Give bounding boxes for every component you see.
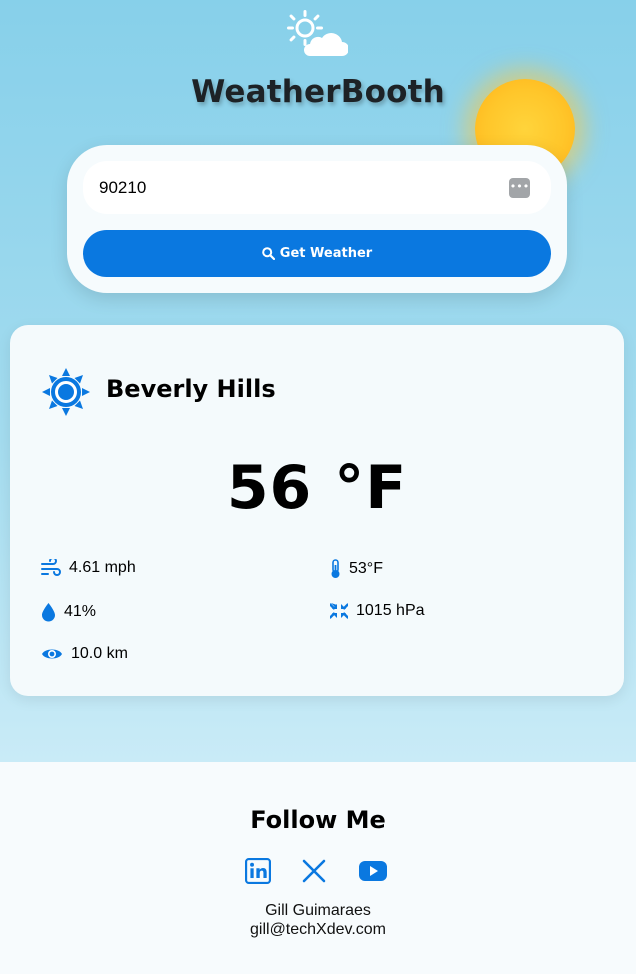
sun-icon <box>42 368 90 416</box>
wind-icon <box>41 559 61 576</box>
autofill-icon[interactable]: ••• <box>509 178 530 198</box>
humidity-value: 41% <box>64 603 97 620</box>
author-name: Gill Guimaraes <box>265 902 371 919</box>
humidity-stat: 41% <box>41 602 96 622</box>
youtube-icon[interactable] <box>359 858 387 884</box>
x-icon[interactable] <box>302 858 326 884</box>
wind-stat: 4.61 mph <box>41 559 136 577</box>
pressure-value: 1015 hPa <box>356 602 425 619</box>
weather-card: Beverly Hills 56 °F 4.61 mph 53°F 41% 10… <box>10 325 624 696</box>
author-email[interactable]: gill@techXdev.com <box>0 921 636 939</box>
zip-search-input[interactable] <box>99 161 499 214</box>
visibility-value: 10.0 km <box>71 645 128 662</box>
thermometer-icon <box>331 559 340 578</box>
sun-cloud-icon <box>287 10 348 56</box>
footer: Follow Me Gill Guimaraes gill@techXdev.c… <box>0 762 636 974</box>
follow-title: Follow Me <box>250 806 386 834</box>
compress-icon <box>330 603 348 619</box>
wind-value: 4.61 mph <box>69 559 136 576</box>
linkedin-icon[interactable] <box>245 858 271 884</box>
feels-like-value: 53°F <box>349 560 383 577</box>
get-weather-label: Get Weather <box>279 246 373 261</box>
temperature-value: 56 °F <box>226 453 408 523</box>
search-icon <box>261 247 275 260</box>
city-name: Beverly Hills <box>106 375 276 403</box>
eye-icon <box>42 649 62 659</box>
droplet-icon <box>42 603 55 622</box>
feels-like-stat: 53°F <box>330 559 383 579</box>
get-weather-button[interactable]: Get Weather <box>83 230 551 277</box>
visibility-stat: 10.0 km <box>41 645 128 663</box>
pressure-stat: 1015 hPa <box>330 602 425 620</box>
search-card: ••• Get Weather <box>67 145 567 293</box>
app-title: WeatherBooth <box>191 74 445 110</box>
search-input-wrapper: ••• <box>83 161 551 214</box>
